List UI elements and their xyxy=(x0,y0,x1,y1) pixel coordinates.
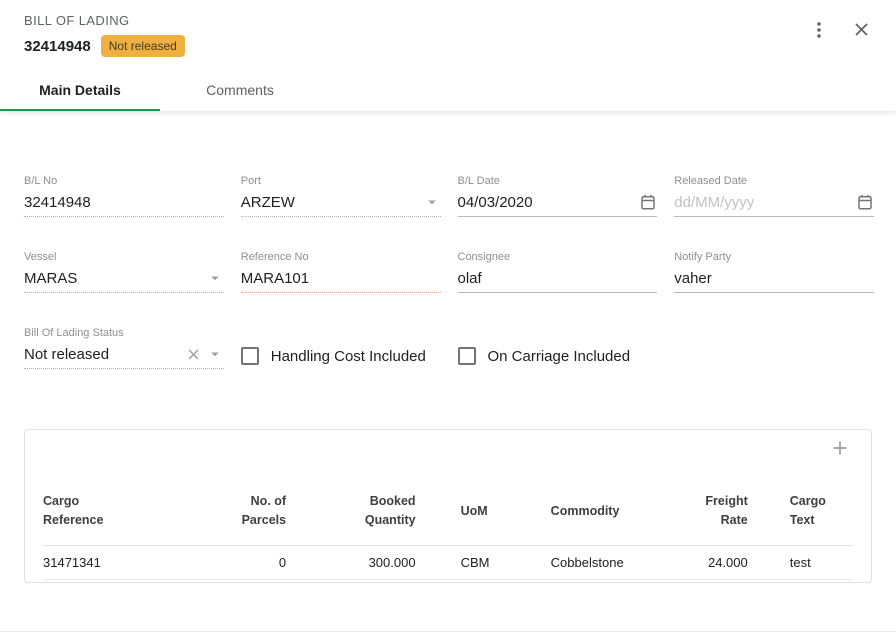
tab-comments[interactable]: Comments xyxy=(160,69,320,111)
chevron-down-icon[interactable] xyxy=(202,269,224,287)
on-carriage-label: On Carriage Included xyxy=(488,348,631,365)
notify-party-input[interactable] xyxy=(674,270,874,287)
reference-no-label: Reference No xyxy=(241,251,441,264)
column-header-freight-rate: Freight Rate xyxy=(659,462,756,545)
handling-cost-checkbox[interactable]: Handling Cost Included xyxy=(241,327,441,369)
close-icon xyxy=(851,19,872,43)
column-header-commodity: Commodity xyxy=(505,462,659,545)
field-reference-no: Reference No xyxy=(241,251,441,293)
bill-of-lading-dialog: BILL OF LADING 32414948 Not released xyxy=(0,0,896,632)
consignee-input[interactable] xyxy=(458,270,658,287)
bol-status-label: Bill Of Lading Status xyxy=(24,327,224,340)
checkbox-icon[interactable] xyxy=(458,347,476,365)
cell-freight-rate: 24.000 xyxy=(659,545,756,579)
vessel-select[interactable]: MARAS xyxy=(24,264,224,293)
field-vessel: Vessel MARAS xyxy=(24,251,224,293)
bol-status-select[interactable]: Not released xyxy=(24,340,224,369)
calendar-icon[interactable] xyxy=(635,193,657,211)
cargo-table: Cargo Reference No. of Parcels Booked Qu… xyxy=(43,462,853,580)
field-notify-party: Notify Party xyxy=(674,251,874,293)
field-consignee: Consignee xyxy=(458,251,658,293)
calendar-icon[interactable] xyxy=(852,193,874,211)
clear-icon[interactable] xyxy=(181,346,202,363)
field-bol-status: Bill Of Lading Status Not released xyxy=(24,327,224,369)
released-date-input[interactable] xyxy=(674,194,852,211)
column-header-booked-quantity: Booked Quantity xyxy=(294,462,416,545)
kebab-icon xyxy=(808,19,830,44)
tab-main-details[interactable]: Main Details xyxy=(0,69,160,111)
plus-icon xyxy=(829,437,851,462)
cargo-table-card: Cargo Reference No. of Parcels Booked Qu… xyxy=(24,429,872,583)
notify-party-label: Notify Party xyxy=(674,251,874,264)
released-date-label: Released Date xyxy=(674,175,874,188)
vessel-value: MARAS xyxy=(24,270,202,287)
bl-no-label: B/L No xyxy=(24,175,224,188)
port-value: ARZEW xyxy=(241,194,419,211)
bl-date-label: B/L Date xyxy=(458,175,658,188)
checkbox-icon[interactable] xyxy=(241,347,259,365)
page-title: BILL OF LADING xyxy=(24,13,872,28)
cell-cargo-text: test xyxy=(756,545,853,579)
more-options-button[interactable] xyxy=(806,18,832,44)
cell-uom: CBM xyxy=(416,545,505,579)
cell-cargo-reference: 31471341 xyxy=(43,545,221,579)
add-cargo-button[interactable] xyxy=(827,436,853,462)
close-button[interactable] xyxy=(848,18,874,44)
column-header-uom: UoM xyxy=(416,462,505,545)
document-id: 32414948 xyxy=(24,38,91,55)
bl-date-input[interactable] xyxy=(458,194,636,211)
bol-status-value: Not released xyxy=(24,346,181,363)
main-details-form: B/L No Port ARZEW B/L Date xyxy=(0,111,896,369)
handling-cost-label: Handling Cost Included xyxy=(271,348,426,365)
column-header-no-of-parcels: No. of Parcels xyxy=(221,462,294,545)
cell-commodity: Cobbelstone xyxy=(505,545,659,579)
column-header-cargo-reference: Cargo Reference xyxy=(43,462,221,545)
consignee-label: Consignee xyxy=(458,251,658,264)
cargo-table-row[interactable]: 31471341 0 300.000 CBM Cobbelstone 24.00… xyxy=(43,545,853,579)
chevron-down-icon[interactable] xyxy=(202,345,224,363)
port-label: Port xyxy=(241,175,441,188)
column-header-cargo-text: Cargo Text xyxy=(756,462,853,545)
cell-no-of-parcels: 0 xyxy=(221,545,294,579)
on-carriage-checkbox[interactable]: On Carriage Included xyxy=(458,327,658,369)
dialog-header: BILL OF LADING 32414948 Not released xyxy=(0,0,896,111)
bl-no-input[interactable] xyxy=(24,194,224,211)
field-bl-date: B/L Date xyxy=(458,175,658,217)
status-badge: Not released xyxy=(101,35,185,57)
cell-booked-quantity: 300.000 xyxy=(294,545,416,579)
field-port: Port ARZEW xyxy=(241,175,441,217)
port-select[interactable]: ARZEW xyxy=(241,188,441,217)
reference-no-input[interactable] xyxy=(241,270,441,287)
chevron-down-icon[interactable] xyxy=(419,193,441,211)
field-bl-no: B/L No xyxy=(24,175,224,217)
vessel-label: Vessel xyxy=(24,251,224,264)
field-released-date: Released Date xyxy=(674,175,874,217)
tab-bar: Main Details Comments xyxy=(0,69,896,111)
